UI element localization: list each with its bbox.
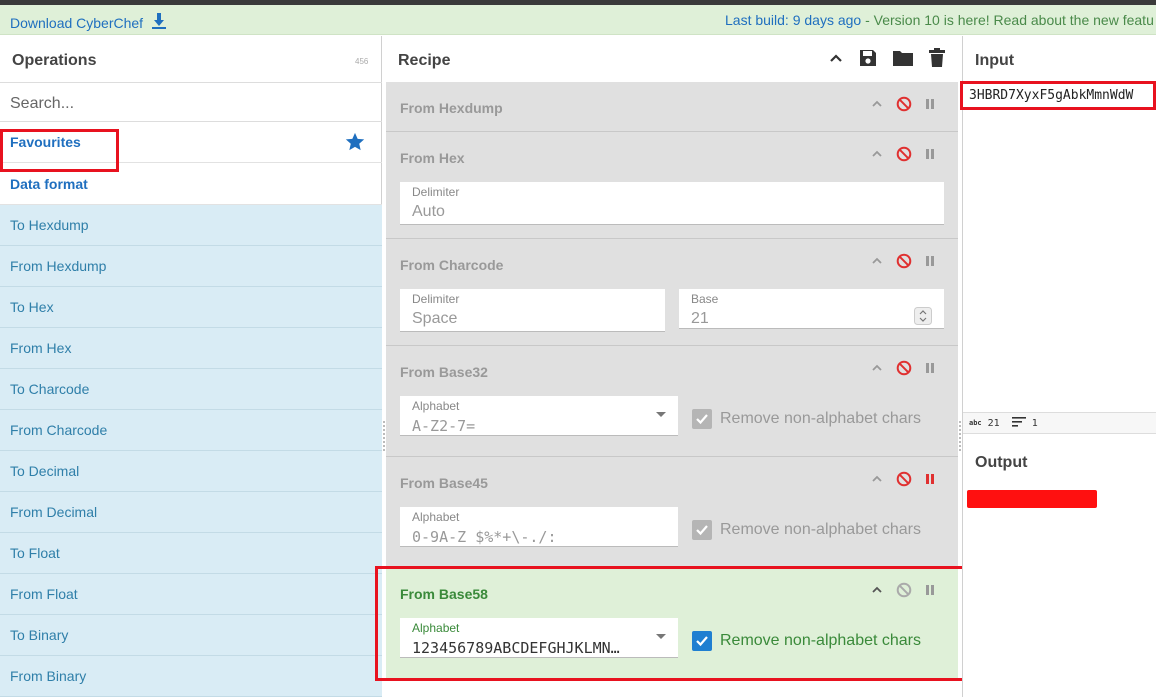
- field-value: 21: [691, 310, 709, 327]
- lines-icon: [1011, 416, 1026, 430]
- chevron-up-icon[interactable]: [870, 254, 884, 273]
- ingredient-name: From Hex: [400, 150, 465, 166]
- input-stats-bar: abc 21 1: [963, 412, 1156, 434]
- alphabet-field[interactable]: Alphabet 0-9A-Z $%*+\-./:: [400, 507, 678, 547]
- input-title: Input: [975, 52, 1015, 69]
- remove-non-alphabet-checkbox[interactable]: Remove non-alphabet chars: [692, 520, 921, 540]
- ingredient-controls: [870, 360, 936, 381]
- trash-icon[interactable]: [928, 48, 946, 73]
- ingredient-from-base32: From Base32 Alphabet A-Z2-7= Remove non-…: [386, 346, 958, 457]
- field-value: Space: [412, 310, 458, 327]
- operations-count: 456: [355, 57, 369, 66]
- field-label: Alphabet: [412, 510, 460, 524]
- checkbox-label: Remove non-alphabet chars: [720, 521, 922, 538]
- checkbox-checked-icon: [692, 409, 712, 429]
- operation-item[interactable]: To Binary: [0, 615, 382, 656]
- base-field[interactable]: Base 21: [679, 289, 944, 329]
- ingredient-from-charcode: From Charcode Delimiter Space Base 21: [386, 239, 958, 346]
- operation-item[interactable]: From Float: [0, 574, 382, 615]
- top-banner: Download CyberChef Last build: 9 days ag…: [0, 5, 1156, 35]
- category-label: Data format: [10, 175, 88, 192]
- recipe-header: Recipe: [386, 36, 958, 82]
- field-value: Auto: [412, 203, 445, 220]
- folder-icon[interactable]: [892, 48, 914, 73]
- operation-item[interactable]: From Charcode: [0, 410, 382, 451]
- ingredient-from-base45: From Base45 Alphabet 0-9A-Z $%*+\-./: Re…: [386, 457, 958, 568]
- operation-item[interactable]: To Hex: [0, 287, 382, 328]
- download-icon: [151, 12, 167, 33]
- operation-item[interactable]: To Float: [0, 533, 382, 574]
- chevron-up-icon[interactable]: [870, 147, 884, 166]
- field-label: Alphabet: [412, 399, 460, 413]
- field-value: A-Z2-7=: [412, 417, 476, 435]
- abc-icon: abc: [969, 419, 982, 427]
- field-label: Delimiter: [412, 185, 460, 199]
- disable-icon[interactable]: [896, 471, 912, 492]
- download-label: Download CyberChef: [10, 14, 144, 31]
- chevron-up-icon[interactable]: [870, 472, 884, 491]
- operation-item[interactable]: To Decimal: [0, 451, 382, 492]
- delimiter-field[interactable]: Delimiter Space: [400, 289, 665, 332]
- chevron-up-icon[interactable]: [870, 97, 884, 116]
- recipe-toolbar: [828, 48, 946, 73]
- ingredient-name: From Charcode: [400, 257, 504, 273]
- pause-icon[interactable]: [924, 361, 936, 380]
- operation-item[interactable]: To Charcode: [0, 369, 382, 410]
- highlight-box-category: [0, 129, 119, 172]
- remove-non-alphabet-checkbox[interactable]: Remove non-alphabet chars: [692, 409, 921, 429]
- delimiter-field[interactable]: Delimiter Auto: [400, 182, 944, 225]
- field-label: Base: [691, 292, 719, 306]
- ingredient-name: From Hexdump: [400, 100, 503, 116]
- output-redaction: [967, 490, 1097, 508]
- download-link[interactable]: Download CyberChef: [10, 12, 167, 33]
- io-panel: Input 3HBRD7XyxF5gAbkMmnWdW abc 21 1 Out…: [962, 36, 1156, 697]
- ingredient-from-hexdump: From Hexdump: [386, 82, 958, 132]
- collapse-all-icon[interactable]: [828, 50, 844, 71]
- disable-icon[interactable]: [896, 253, 912, 274]
- ingredient-controls: [870, 253, 936, 274]
- recipe-title: Recipe: [398, 52, 451, 69]
- operation-list: To Hexdump From Hexdump To Hex From Hex …: [0, 205, 382, 697]
- input-lines: 1: [1031, 417, 1038, 429]
- pause-icon[interactable]: [924, 147, 936, 166]
- alphabet-select[interactable]: Alphabet A-Z2-7=: [400, 396, 678, 436]
- ingredient-from-hex: From Hex Delimiter Auto: [386, 132, 958, 239]
- input-length: 21: [987, 417, 1000, 429]
- field-label: Delimiter: [412, 292, 460, 306]
- chevron-up-icon[interactable]: [870, 361, 884, 380]
- operation-item[interactable]: To Hexdump: [0, 205, 382, 246]
- field-value: 0-9A-Z $%*+\-./:: [412, 528, 557, 546]
- last-build-text: Last build: 9 days ago: [725, 12, 862, 28]
- search-input[interactable]: Search...: [0, 82, 382, 122]
- version-notice-text: - Version 10 is here! Read about the new…: [861, 12, 1154, 28]
- ingredient-name: From Base45: [400, 475, 488, 491]
- version-notice[interactable]: Last build: 9 days ago - Version 10 is h…: [725, 12, 1154, 28]
- checkbox-checked-icon: [692, 520, 712, 540]
- disable-icon[interactable]: [896, 146, 912, 167]
- operation-item[interactable]: From Binary: [0, 656, 382, 697]
- highlight-box-input: [960, 81, 1156, 110]
- disable-icon[interactable]: [896, 360, 912, 381]
- pause-icon[interactable]: [924, 97, 936, 116]
- star-icon: [344, 131, 366, 156]
- ingredient-controls: [870, 471, 936, 492]
- operation-item[interactable]: From Hexdump: [0, 246, 382, 287]
- output-title: Output: [975, 454, 1028, 471]
- save-icon[interactable]: [858, 48, 878, 73]
- ingredient-controls: [870, 96, 936, 117]
- disable-icon[interactable]: [896, 96, 912, 117]
- ingredient-name: From Base32: [400, 364, 488, 380]
- ingredient-controls: [870, 146, 936, 167]
- pause-icon-active[interactable]: [924, 472, 936, 491]
- stepper-icon[interactable]: [914, 307, 932, 330]
- operation-item[interactable]: From Decimal: [0, 492, 382, 533]
- operation-item[interactable]: From Hex: [0, 328, 382, 369]
- operations-title: Operations: [12, 52, 97, 69]
- checkbox-label: Remove non-alphabet chars: [720, 410, 922, 427]
- pause-icon[interactable]: [924, 254, 936, 273]
- highlight-box-from-base58: [375, 566, 970, 681]
- caret-down-icon: [656, 412, 666, 417]
